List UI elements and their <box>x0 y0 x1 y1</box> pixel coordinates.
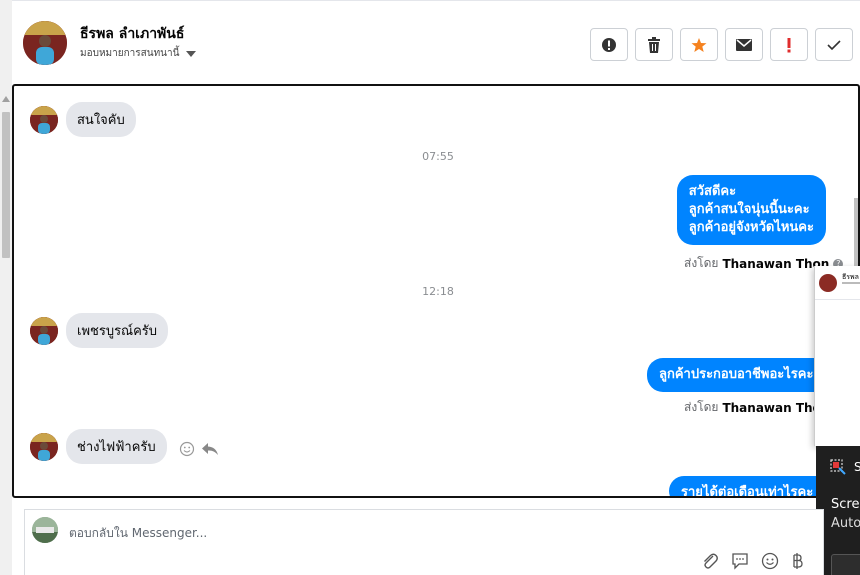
header-actions <box>590 28 853 61</box>
notification-line: Auto <box>831 516 860 531</box>
assign-conversation-dropdown[interactable]: มอบหมายการสนทนานี้ <box>80 46 197 61</box>
message-thread[interactable]: สนใจคับ 07:55 สวัสดีคะ ลูกค้าสนใจนุ่นนี้… <box>12 84 860 498</box>
composer-tools <box>701 552 803 570</box>
attachment-icon[interactable] <box>701 552 719 570</box>
incoming-message: สนใจคับ <box>30 102 136 137</box>
envelope-icon <box>736 38 752 51</box>
popup-divider <box>815 299 860 300</box>
mark-unread-button[interactable] <box>725 28 763 61</box>
message-line: ลูกค้าอยู่จังหวัดไหนคะ <box>688 220 814 235</box>
star-icon <box>691 37 707 52</box>
done-button[interactable] <box>815 28 853 61</box>
caret-down-icon <box>186 50 197 57</box>
left-scrollbar[interactable] <box>0 0 12 575</box>
notification-button[interactable] <box>831 554 860 575</box>
sent-by-prefix: ส่งโดย <box>684 256 719 270</box>
exclamation-icon <box>787 37 791 52</box>
message-bubble[interactable]: เพชรบูรณ์ครับ <box>66 313 169 348</box>
checkmark-icon <box>827 39 841 50</box>
baht-icon[interactable] <box>791 552 803 570</box>
emoji-icon[interactable] <box>761 552 779 570</box>
assign-label: มอบหมายการสนทนานี้ <box>80 48 180 59</box>
outgoing-message-bubble[interactable]: รายได้ต่อเดือนเท่าไรคะ <box>669 476 826 496</box>
incoming-message: เพชรบูรณ์ครับ <box>30 313 169 348</box>
notification-line: Scree <box>831 497 860 512</box>
snipping-tool-icon <box>830 459 846 475</box>
popup-avatar <box>819 274 837 292</box>
timestamp: 07:55 <box>422 150 454 163</box>
message-hover-actions <box>179 441 219 457</box>
message-bubble[interactable]: สนใจคับ <box>66 102 136 137</box>
reply-composer: ตอบกลับใน Messenger... <box>24 509 824 575</box>
notification-title: S <box>854 460 860 474</box>
mark-spam-button[interactable] <box>590 28 628 61</box>
popup-subtitle <box>842 282 860 284</box>
reply-icon[interactable] <box>201 442 219 456</box>
contact-name[interactable]: ธีรพล ลำเภาพันธ์ <box>80 23 184 45</box>
sent-by-prefix: ส่งโดย <box>684 400 719 414</box>
scroll-up-arrow-icon[interactable] <box>2 96 10 102</box>
sender-avatar <box>30 432 58 461</box>
contact-avatar[interactable] <box>23 21 67 65</box>
message-line: ลูกค้าสนใจนุ่นนี้นะคะ <box>688 202 810 217</box>
message-bubble[interactable]: ช่างไฟฟ้าครับ <box>66 429 167 464</box>
page-avatar <box>32 517 58 543</box>
star-button[interactable] <box>680 28 718 61</box>
outgoing-message-bubble[interactable]: สวัสดีคะ ลูกค้าสนใจนุ่นนี้นะคะ ลูกค้าอยู… <box>676 175 826 245</box>
sent-by-label: ส่งโดย Thanawan Thon <box>684 398 829 417</box>
delete-button[interactable] <box>635 28 673 61</box>
chat-popup-window[interactable]: ธีรพล <box>814 266 860 446</box>
reply-input[interactable]: ตอบกลับใน Messenger... <box>69 524 207 543</box>
incoming-message: ช่างไฟฟ้าครับ <box>30 429 167 464</box>
sender-avatar <box>30 316 58 345</box>
scroll-thumb[interactable] <box>2 112 10 258</box>
sender-avatar <box>30 105 58 134</box>
trash-icon <box>648 36 660 53</box>
alert-circle-icon <box>602 37 616 52</box>
react-emoji-icon[interactable] <box>179 441 195 457</box>
conversation-header: ธีรพล ลำเภาพันธ์ มอบหมายการสนทนานี้ <box>12 0 860 84</box>
outgoing-message-bubble[interactable]: ลูกค้าประกอบอาชีพอะไรคะ <box>647 358 826 392</box>
timestamp: 12:18 <box>422 285 454 298</box>
important-button[interactable] <box>770 28 808 61</box>
message-line: สวัสดีคะ <box>688 184 737 199</box>
saved-reply-icon[interactable] <box>731 552 749 570</box>
